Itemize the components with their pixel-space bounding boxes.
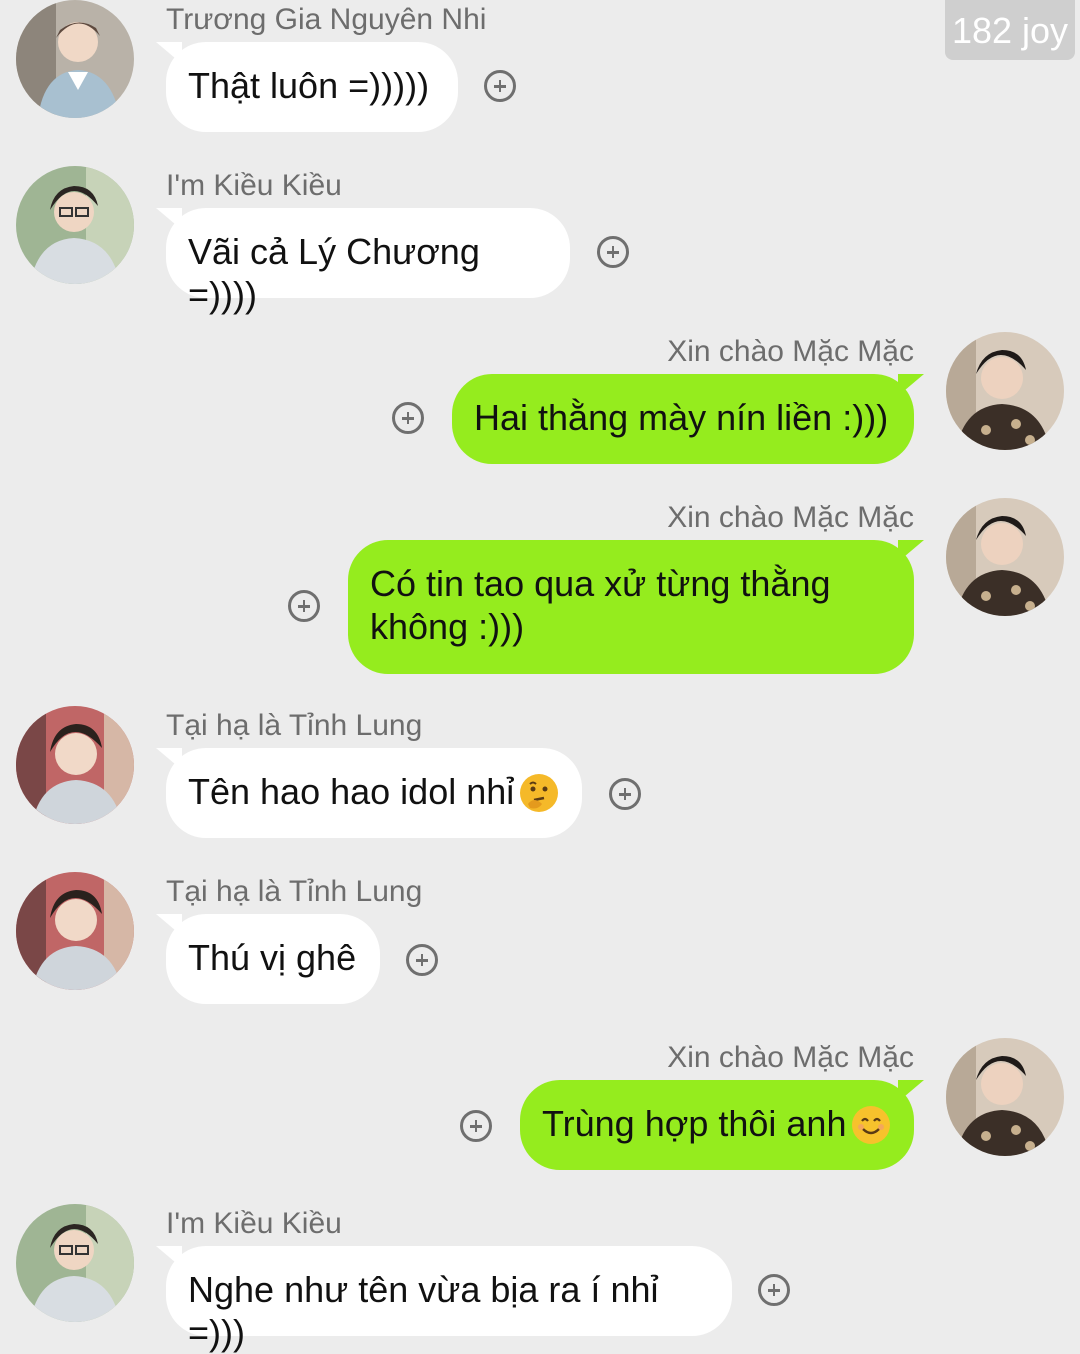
message-bubble[interactable]: Thú vị ghê — [166, 914, 380, 1004]
avatar[interactable] — [946, 498, 1064, 616]
avatar[interactable] — [16, 0, 134, 118]
message-text: Hai thằng mày nín liền :))) — [474, 397, 889, 438]
plus-circle-icon[interactable] — [597, 236, 629, 268]
plus-circle-icon[interactable] — [406, 944, 438, 976]
sender-name: I'm Kiều Kiều — [166, 1207, 342, 1240]
message-bubble[interactable]: Có tin tao qua xử từng thằng không :))) — [348, 540, 914, 674]
sender-name: Tại hạ là Tỉnh Lung — [166, 709, 423, 742]
sender-name: I'm Kiều Kiều — [166, 169, 342, 202]
plus-circle-icon[interactable] — [288, 590, 320, 622]
message-bubble[interactable]: Trùng hợp thôi anh — [520, 1080, 914, 1170]
message-text: Thật luôn =))))) — [188, 65, 430, 106]
avatar[interactable] — [946, 332, 1064, 450]
sender-name: Tại hạ là Tỉnh Lung — [166, 875, 423, 908]
sender-name: Xin chào Mặc Mặc — [667, 335, 914, 368]
message-text: Thú vị ghê — [188, 937, 357, 978]
message-text: Trùng hợp thôi anh — [542, 1103, 847, 1144]
avatar[interactable] — [16, 706, 134, 824]
sender-name: Trương Gia Nguyên Nhi — [166, 3, 487, 36]
plus-circle-icon[interactable] — [392, 402, 424, 434]
chat-thread[interactable]: Trương Gia Nguyên Nhi Thật luôn =))))) I… — [0, 0, 1080, 1353]
message-text: Có tin tao qua xử từng thằng không :))) — [370, 563, 831, 647]
plus-circle-icon[interactable] — [484, 70, 516, 102]
smiling-face-emoji — [852, 1106, 891, 1144]
message-bubble[interactable]: Nghe như tên vừa bịa ra í nhỉ =))) — [166, 1246, 732, 1353]
message-text: Tên hao hao idol nhỉ — [188, 771, 515, 812]
sender-name: Xin chào Mặc Mặc — [667, 501, 914, 534]
message-bubble[interactable]: Vãi cả Lý Chương =)))) — [166, 208, 570, 315]
plus-circle-icon[interactable] — [460, 1110, 492, 1142]
thinking-face-emoji — [520, 774, 559, 812]
avatar[interactable] — [16, 1204, 134, 1322]
sender-name: Xin chào Mặc Mặc — [667, 1041, 914, 1074]
avatar[interactable] — [16, 872, 134, 990]
plus-circle-icon[interactable] — [758, 1274, 790, 1306]
plus-circle-icon[interactable] — [609, 778, 641, 810]
message-text: Vãi cả Lý Chương =)))) — [188, 231, 480, 315]
avatar[interactable] — [946, 1038, 1064, 1156]
watermark-badge: 182 joy — [945, 0, 1075, 60]
message-text: Nghe như tên vừa bịa ra í nhỉ =))) — [188, 1269, 659, 1353]
message-bubble[interactable]: Tên hao hao idol nhỉ — [166, 748, 582, 838]
message-bubble[interactable]: Hai thằng mày nín liền :))) — [452, 374, 914, 464]
message-bubble[interactable]: Thật luôn =))))) — [166, 42, 458, 132]
avatar[interactable] — [16, 166, 134, 284]
